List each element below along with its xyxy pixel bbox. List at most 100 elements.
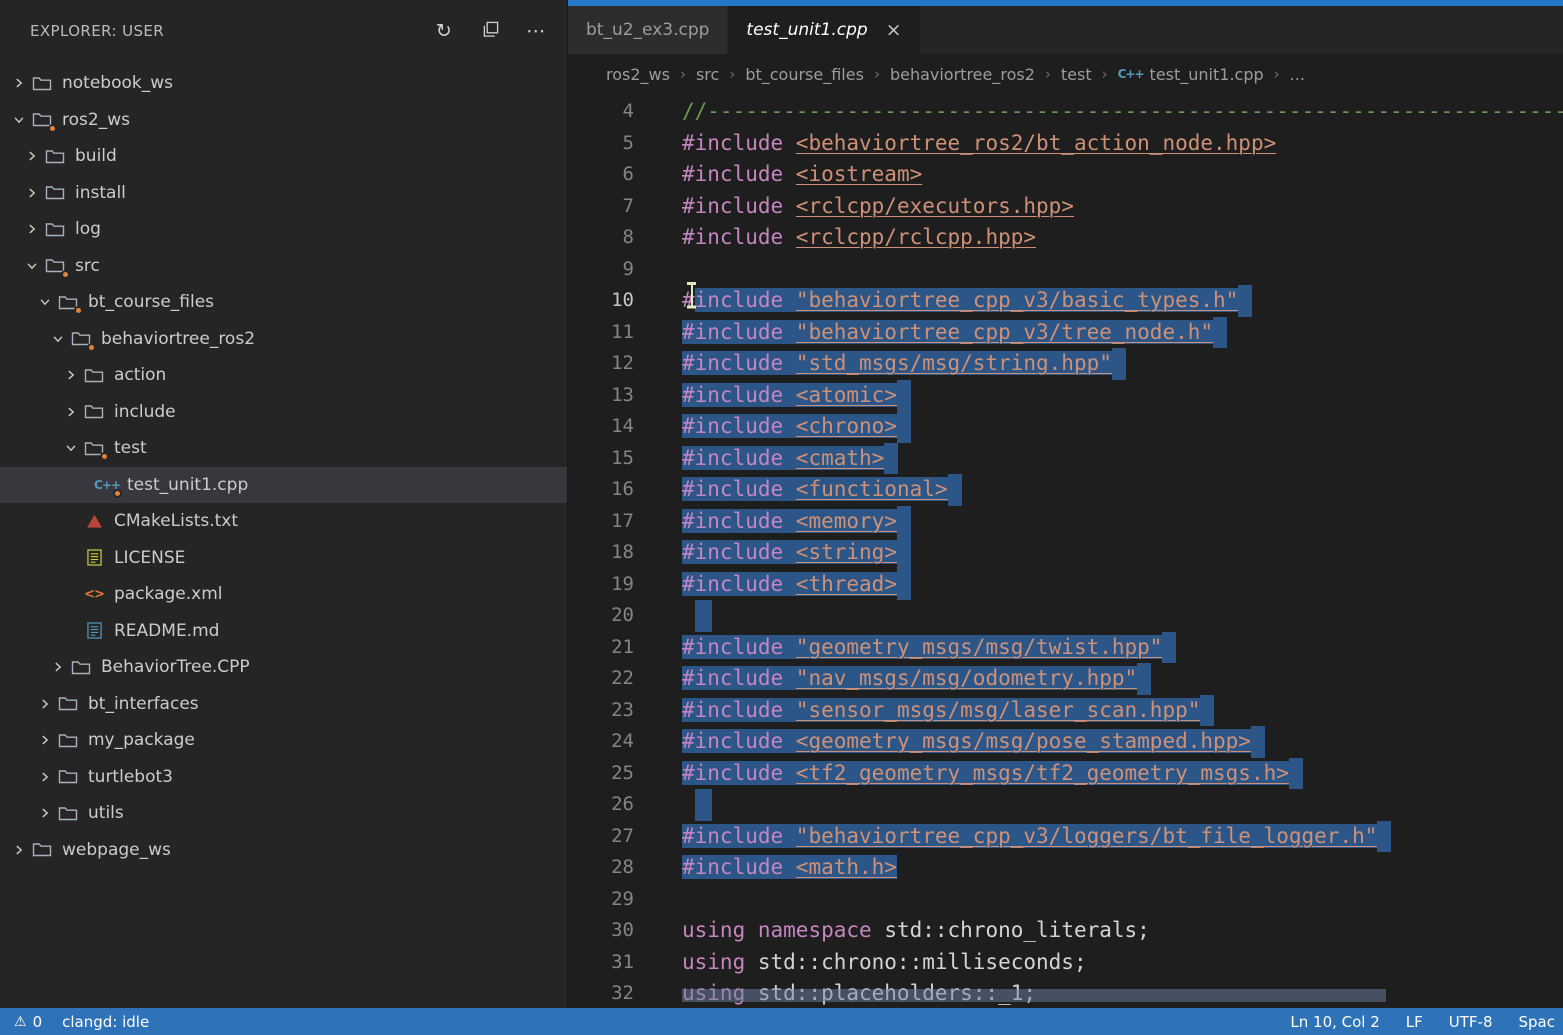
status-lf[interactable]: LF <box>1406 1013 1423 1031</box>
code-line-17[interactable]: 17#include <memory> <box>568 506 1563 538</box>
tree-item-license[interactable]: LICENSE <box>0 540 567 577</box>
tree-item-behaviortree-cpp[interactable]: BehaviorTree.CPP <box>0 649 567 686</box>
code-line-22[interactable]: 22#include "nav_msgs/msg/odometry.hpp" <box>568 663 1563 695</box>
line-number[interactable]: 7 <box>568 191 634 223</box>
line-number[interactable]: 28 <box>568 852 634 884</box>
code-line-10[interactable]: 10#include "behaviortree_cpp_v3/basic_ty… <box>568 285 1563 317</box>
tree-item-my-package[interactable]: my_package <box>0 722 567 759</box>
tree-item-log[interactable]: log <box>0 211 567 248</box>
code-line-5[interactable]: 5#include <behaviortree_ros2/bt_action_n… <box>568 128 1563 160</box>
breadcrumb-item-test[interactable]: test <box>1061 65 1092 84</box>
code-line-18[interactable]: 18#include <string> <box>568 537 1563 569</box>
code-line-16[interactable]: 16#include <functional> <box>568 474 1563 506</box>
line-number[interactable]: 23 <box>568 695 634 727</box>
code-line-30[interactable]: 30using namespace std::chrono_literals; <box>568 915 1563 947</box>
more-actions-icon[interactable]: ⋯ <box>525 22 547 41</box>
line-number[interactable]: 25 <box>568 758 634 790</box>
line-number[interactable]: 27 <box>568 821 634 853</box>
code-line-19[interactable]: 19#include <thread> <box>568 569 1563 601</box>
tree-item-test-unit1-cpp[interactable]: C++test_unit1.cpp <box>0 467 567 504</box>
line-number[interactable]: 16 <box>568 474 634 506</box>
code-line-4[interactable]: 4//-------------------------------------… <box>568 96 1563 128</box>
tree-item-readme-md[interactable]: README.md <box>0 613 567 650</box>
collapse-folders-icon[interactable] <box>479 21 501 42</box>
tab-bt-u2-ex3-cpp[interactable]: bt_u2_ex3.cpp <box>568 6 728 54</box>
code-line-9[interactable]: 9 <box>568 254 1563 286</box>
code-line-27[interactable]: 27#include "behaviortree_cpp_v3/loggers/… <box>568 821 1563 853</box>
refresh-explorer-icon[interactable]: ↻ <box>433 22 455 41</box>
tree-item-turtlebot3[interactable]: turtlebot3 <box>0 759 567 796</box>
editor-code[interactable]: 4//-------------------------------------… <box>568 94 1563 1008</box>
breadcrumb-item-bt-course-files[interactable]: bt_course_files <box>745 65 864 84</box>
tree-item-package-xml[interactable]: <>package.xml <box>0 576 567 613</box>
line-number[interactable]: 6 <box>568 159 634 191</box>
code-line-25[interactable]: 25#include <tf2_geometry_msgs/tf2_geomet… <box>568 758 1563 790</box>
breadcrumb-item-test-unit1-cpp[interactable]: C++test_unit1.cpp <box>1118 65 1264 84</box>
code-line-31[interactable]: 31using std::chrono::milliseconds; <box>568 947 1563 979</box>
tab-test-unit1-cpp[interactable]: test_unit1.cpp× <box>728 6 920 54</box>
tree-item-webpage-ws[interactable]: webpage_ws <box>0 832 567 869</box>
tree-item-bt-interfaces[interactable]: bt_interfaces <box>0 686 567 723</box>
line-number[interactable]: 4 <box>568 96 634 128</box>
tree-item-action[interactable]: action <box>0 357 567 394</box>
line-number[interactable]: 19 <box>568 569 634 601</box>
status-ln-10-col-2[interactable]: Ln 10, Col 2 <box>1290 1013 1379 1031</box>
line-number[interactable]: 18 <box>568 537 634 569</box>
line-number[interactable]: 26 <box>568 789 634 821</box>
code-line-8[interactable]: 8#include <rclcpp/rclcpp.hpp> <box>568 222 1563 254</box>
close-tab-icon[interactable]: × <box>886 21 902 40</box>
line-number[interactable]: 13 <box>568 380 634 412</box>
breadcrumb-item-[interactable]: ... <box>1290 65 1305 84</box>
tree-item-ros2-ws[interactable]: ros2_ws <box>0 102 567 139</box>
line-number[interactable]: 24 <box>568 726 634 758</box>
tree-item-bt-course-files[interactable]: bt_course_files <box>0 284 567 321</box>
tree-item-cmakelists-txt[interactable]: CMakeLists.txt <box>0 503 567 540</box>
line-number[interactable]: 12 <box>568 348 634 380</box>
status-utf-8[interactable]: UTF-8 <box>1449 1013 1493 1031</box>
code-line-13[interactable]: 13#include <atomic> <box>568 380 1563 412</box>
line-number[interactable]: 22 <box>568 663 634 695</box>
line-number[interactable]: 32 <box>568 978 634 1008</box>
horizontal-scrollbar[interactable] <box>682 989 1386 1002</box>
line-number[interactable]: 10 <box>568 285 634 317</box>
code-line-26[interactable]: 26 <box>568 789 1563 821</box>
tree-item-test[interactable]: test <box>0 430 567 467</box>
code-line-12[interactable]: 12#include "std_msgs/msg/string.hpp" <box>568 348 1563 380</box>
code-line-24[interactable]: 24#include <geometry_msgs/msg/pose_stamp… <box>568 726 1563 758</box>
line-number[interactable]: 20 <box>568 600 634 632</box>
code-line-21[interactable]: 21#include "geometry_msgs/msg/twist.hpp" <box>568 632 1563 664</box>
line-number[interactable]: 29 <box>568 884 634 916</box>
line-number[interactable]: 30 <box>568 915 634 947</box>
line-number[interactable]: 14 <box>568 411 634 443</box>
line-number[interactable]: 31 <box>568 947 634 979</box>
line-number[interactable]: 5 <box>568 128 634 160</box>
status-spac[interactable]: Spac <box>1519 1013 1555 1031</box>
tree-item-src[interactable]: src <box>0 248 567 285</box>
breadcrumb-item-src[interactable]: src <box>696 65 719 84</box>
line-number[interactable]: 8 <box>568 222 634 254</box>
tree-item-behaviortree-ros2[interactable]: behaviortree_ros2 <box>0 321 567 358</box>
line-number[interactable]: 17 <box>568 506 634 538</box>
code-line-28[interactable]: 28#include <math.h> <box>568 852 1563 884</box>
code-line-29[interactable]: 29 <box>568 884 1563 916</box>
code-line-15[interactable]: 15#include <cmath> <box>568 443 1563 475</box>
tree-item-install[interactable]: install <box>0 175 567 212</box>
clangd-status[interactable]: clangd: idle <box>62 1013 149 1031</box>
code-line-7[interactable]: 7#include <rclcpp/executors.hpp> <box>568 191 1563 223</box>
code-line-20[interactable]: 20 <box>568 600 1563 632</box>
code-line-11[interactable]: 11#include "behaviortree_cpp_v3/tree_nod… <box>568 317 1563 349</box>
line-number[interactable]: 9 <box>568 254 634 286</box>
code-line-14[interactable]: 14#include <chrono> <box>568 411 1563 443</box>
tree-item-build[interactable]: build <box>0 138 567 175</box>
line-number[interactable]: 15 <box>568 443 634 475</box>
tree-item-utils[interactable]: utils <box>0 795 567 832</box>
line-number[interactable]: 21 <box>568 632 634 664</box>
tree-item-notebook-ws[interactable]: notebook_ws <box>0 65 567 102</box>
breadcrumb-item-ros2-ws[interactable]: ros2_ws <box>606 65 670 84</box>
breadcrumb-item-behaviortree-ros2[interactable]: behaviortree_ros2 <box>890 65 1035 84</box>
code-line-6[interactable]: 6#include <iostream> <box>568 159 1563 191</box>
problems-indicator[interactable]: ⚠ 0 <box>14 1013 42 1031</box>
tree-item-include[interactable]: include <box>0 394 567 431</box>
code-line-23[interactable]: 23#include "sensor_msgs/msg/laser_scan.h… <box>568 695 1563 727</box>
line-number[interactable]: 11 <box>568 317 634 349</box>
